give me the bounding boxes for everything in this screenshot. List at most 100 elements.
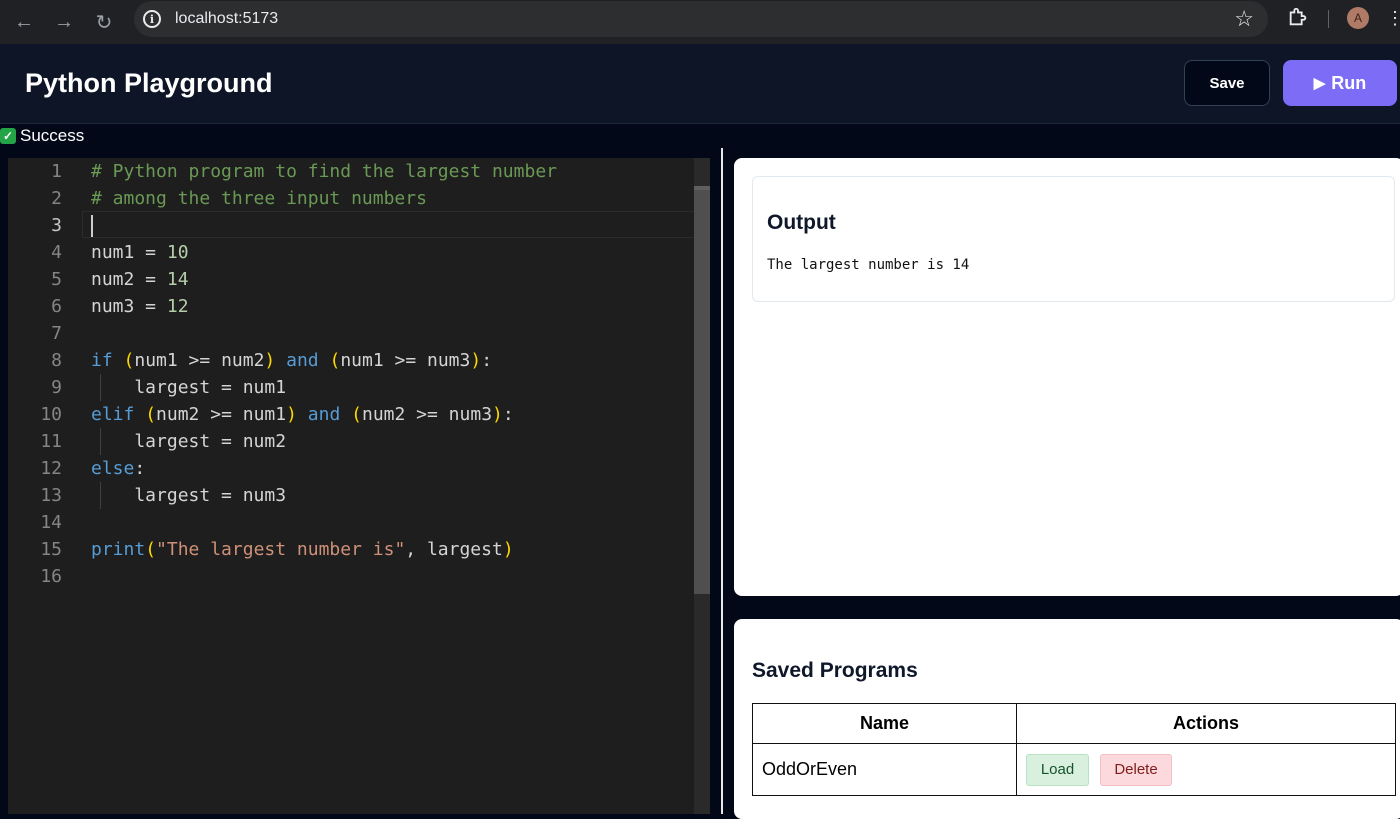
code-token: num3 = (91, 296, 167, 317)
code-token: num1 >= num3 (340, 350, 471, 371)
site-info-icon[interactable]: i (143, 10, 161, 28)
delete-button[interactable]: Delete (1100, 753, 1173, 786)
code-line[interactable]: 13 largest = num3 (8, 482, 710, 509)
code-token: : (134, 458, 146, 479)
code-text: largest = num1 (91, 374, 286, 401)
code-token: largest = num3 (91, 485, 287, 506)
line-number: 3 (51, 215, 62, 236)
code-editor[interactable]: 16 15 print("The largest number is", large… (8, 158, 710, 814)
code-token: ) (502, 539, 514, 560)
code-line[interactable]: 8 if (num1 >= num2) and (num1 >= num3): (8, 347, 710, 374)
code-token: num2 >= num3 (361, 404, 493, 425)
code-text: num3 = 12 (91, 293, 189, 320)
code-token: largest = num2 (91, 431, 287, 452)
address-bar[interactable]: i localhost:5173 ☆ (134, 1, 1268, 37)
code-token: : (481, 350, 493, 371)
line-number: 16 (40, 566, 62, 587)
code-token: ( (329, 350, 341, 371)
line-number: 5 (51, 269, 62, 290)
code-token: ( (351, 404, 362, 425)
line-number: 15 (40, 539, 62, 560)
extensions-puzzle-icon[interactable] (1287, 6, 1311, 30)
code-token: : (502, 404, 514, 425)
back-arrow-icon[interactable]: ← (4, 4, 44, 40)
reload-icon[interactable]: ↻ (84, 4, 124, 40)
code-line[interactable]: 12 else: (8, 455, 710, 482)
check-icon: ✓ (0, 128, 16, 144)
line-number: 8 (51, 350, 62, 371)
play-icon: ▶ (1313, 75, 1326, 92)
code-line[interactable]: 2 # among the three input numbers (8, 185, 710, 212)
save-button[interactable]: Save (1184, 60, 1270, 106)
line-number: 13 (40, 485, 62, 506)
code-token: ( (123, 350, 135, 371)
code-token: num2 = (91, 269, 167, 290)
code-text: print("The largest number is", largest) (91, 536, 514, 563)
code-line[interactable]: 15 print("The largest number is", largest… (8, 536, 710, 563)
column-header-actions: Actions (1016, 703, 1396, 744)
code-line[interactable]: 4 num1 = 10 (8, 239, 710, 266)
indent-guide (100, 374, 101, 401)
code-text: else: (91, 455, 145, 482)
run-button[interactable]: ▶ Run (1283, 60, 1397, 106)
line-number: 6 (51, 296, 62, 317)
code-line[interactable]: 6 num3 = 12 (8, 293, 710, 320)
line-number: 14 (40, 512, 62, 533)
status-message: ✓ Success (0, 125, 84, 147)
profile-avatar[interactable]: A (1347, 7, 1369, 29)
line-number: 4 (51, 242, 62, 263)
output-text: The largest number is 14 (767, 257, 970, 273)
code-line[interactable]: 7 (8, 320, 710, 347)
program-name: OddOrEven (752, 743, 1017, 796)
output-title: Output (767, 211, 836, 234)
code-line[interactable]: 16 (8, 563, 710, 590)
panel-splitter[interactable] (721, 148, 723, 814)
code-line[interactable]: 5 num2 = 14 (8, 266, 710, 293)
code-token: num1 = (91, 242, 167, 263)
code-token: elif (91, 404, 135, 425)
text-cursor (91, 215, 93, 237)
code-line[interactable]: 1 # Python program to find the largest nu… (8, 158, 710, 185)
code-token: else (91, 458, 135, 479)
line-number: 1 (51, 161, 62, 182)
line-number: 11 (40, 431, 62, 452)
saved-programs-table: Name Actions OddOrEven Load Delete (752, 703, 1396, 796)
code-line[interactable]: 9 largest = num1 (8, 374, 710, 401)
run-button-label: Run (1331, 72, 1367, 93)
table-header-row: Name Actions (752, 703, 1396, 744)
load-button[interactable]: Load (1026, 753, 1089, 786)
code-text: largest = num2 (91, 428, 286, 455)
code-token: ) (264, 350, 276, 371)
code-token: ( (145, 404, 157, 425)
code-line[interactable]: 14 (8, 509, 710, 536)
extensions-puzzle-svg (1289, 7, 1307, 26)
editor-scrollbar-marker (694, 186, 710, 190)
output-panel: Output The largest number is 14 (734, 158, 1400, 596)
code-text: elif (num2 >= num1) and (num2 >= num3): (91, 401, 514, 428)
indent-guide (100, 428, 101, 455)
column-header-name: Name (752, 703, 1017, 744)
code-line[interactable]: 11 largest = num2 (8, 428, 710, 455)
output-card: Output The largest number is 14 (752, 176, 1395, 302)
line-number: 10 (40, 404, 62, 425)
editor-scrollbar-thumb[interactable] (694, 186, 710, 594)
saved-programs-title: Saved Programs (752, 659, 918, 682)
forward-arrow-icon[interactable]: → (44, 4, 84, 40)
address-url[interactable]: localhost:5173 (175, 10, 278, 28)
code-token: # among the three input numbers (91, 188, 427, 209)
bookmark-star-icon[interactable]: ☆ (1234, 6, 1254, 32)
code-token: and (307, 404, 341, 425)
code-text: largest = num3 (91, 482, 286, 509)
code-token: ) (286, 404, 297, 425)
code-token: if (91, 350, 113, 371)
more-menu-icon[interactable]: ⋮ (1386, 8, 1400, 29)
code-token: "The largest number is" (156, 539, 406, 560)
browser-toolbar: ← → ↻ i localhost:5173 ☆ A ⋮ (0, 0, 1400, 44)
code-token: ) (470, 350, 482, 371)
code-line[interactable]: 10 elif (num2 >= num1) and (num2 >= num3)… (8, 401, 710, 428)
